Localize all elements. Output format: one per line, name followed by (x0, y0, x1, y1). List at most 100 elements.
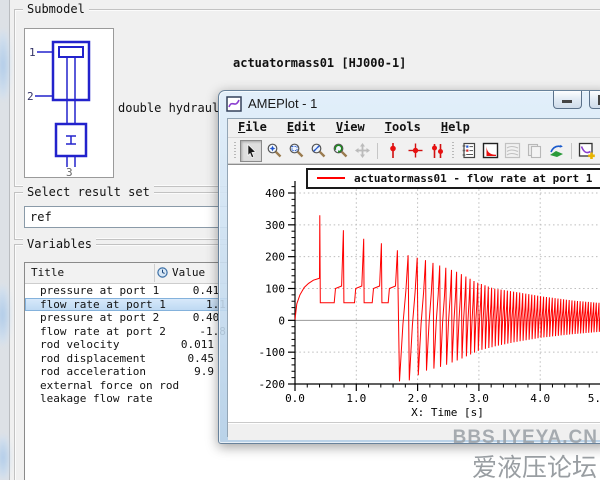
cursor-marker-button[interactable] (383, 141, 403, 161)
pan-button[interactable] (352, 141, 372, 161)
watermark-url: BBS.IYEYA.CN (453, 427, 598, 449)
menu-tools[interactable]: Tools (375, 119, 431, 137)
variable-value (154, 392, 214, 406)
copy-icon (526, 142, 543, 159)
pointer-tool-button[interactable] (240, 140, 262, 162)
ameplot-app-icon (226, 96, 242, 112)
maximize-button[interactable] (589, 91, 600, 109)
zoom-window-icon (288, 142, 305, 159)
cursor-marker-icon (385, 142, 401, 159)
y-tick-label: 300 (265, 219, 285, 232)
watermark-smudge (0, 285, 10, 345)
variable-title: rod displacement (25, 352, 154, 366)
variable-title: flow rate at port 1 (25, 298, 166, 312)
x-tick-label: 0.0 (285, 392, 305, 405)
new-plot-button[interactable] (577, 141, 597, 161)
curves-icon (504, 142, 521, 159)
variable-value: 1.1 (166, 298, 226, 312)
crosshair-marker-button[interactable] (405, 141, 425, 161)
x-tick-label: 5. (588, 392, 600, 405)
x-tick-label: 3.0 (469, 392, 489, 405)
plot-canvas[interactable]: -200-10001002003004000.01.02.03.04.05.X:… (228, 164, 600, 422)
minimize-button[interactable] (553, 91, 582, 109)
column-separator[interactable] (154, 264, 155, 282)
watermark-smudge (0, 30, 10, 100)
submodel-title: actuatormass01 [HJ000-1] (233, 56, 406, 70)
menu-view[interactable]: View (326, 119, 375, 137)
menu-file[interactable]: File (228, 119, 277, 137)
zoom-out-icon (310, 142, 327, 159)
pointer-tool-icon (243, 143, 259, 159)
legend-label: actuatormass01 - flow rate at port 1 [L/… (354, 172, 600, 185)
x-axis-title: X: Time [s] (411, 406, 484, 419)
toolbar-separator (377, 143, 378, 159)
y-tick-label: 0 (278, 314, 285, 327)
zoom-previous-button[interactable] (330, 141, 350, 161)
zoom-window-button[interactable] (286, 141, 306, 161)
copy-button[interactable] (524, 141, 544, 161)
title-bar[interactable]: AMEPlot - 1 (219, 91, 600, 118)
x-tick-label: 2.0 (408, 392, 428, 405)
variable-title: rod velocity (25, 338, 154, 352)
watermark-forum-name: 爱液压论坛 (472, 448, 597, 480)
menu-edit[interactable]: Edit (277, 119, 326, 137)
variable-value: 0.011 (154, 338, 214, 352)
variable-title: pressure at port 2 (25, 311, 159, 325)
ameplot-window: AMEPlot - 1 FileEditViewToolsHelp (218, 90, 600, 444)
plot-manager-button[interactable] (480, 141, 500, 161)
y-tick-label: 400 (265, 187, 285, 200)
column-header-value[interactable]: Value (172, 266, 205, 279)
result-set-group-label: Select result set (23, 185, 154, 199)
toolbar-grip[interactable] (233, 142, 236, 160)
variable-value: -1.8 (166, 325, 226, 339)
variable-list-button[interactable] (458, 141, 478, 161)
x-tick-label: 4.0 (530, 392, 550, 405)
chart-legend[interactable]: actuatormass01 - flow rate at port 1 [L/… (306, 168, 600, 189)
mass-symbol (66, 136, 76, 144)
variable-title: leakage flow rate (25, 392, 154, 406)
window-content: FileEditViewToolsHelp (227, 118, 600, 437)
y-tick-label: -200 (259, 378, 286, 391)
flow-rate-curve (295, 215, 600, 381)
window-edge-strip (0, 0, 10, 480)
3d-view-icon (548, 142, 565, 159)
zoom-out-button[interactable] (308, 141, 328, 161)
variable-value: 0.41 (159, 284, 219, 298)
two-cursors-button[interactable] (427, 141, 447, 161)
submodel-image: 1 2 3 (24, 28, 114, 178)
new-plot-icon (578, 142, 596, 160)
menu-help[interactable]: Help (431, 119, 480, 137)
menu-bar: FileEditViewToolsHelp (228, 119, 600, 138)
pan-icon (354, 142, 371, 159)
variable-title: external force on rod (25, 379, 179, 393)
legend-line-sample (317, 177, 345, 179)
port-3-label: 3 (66, 166, 73, 177)
port-1-label: 1 (29, 46, 36, 59)
variable-list-icon (460, 142, 477, 159)
y-tick-label: 100 (265, 283, 285, 296)
variable-value: 0.45 (154, 352, 214, 366)
curves-button[interactable] (502, 141, 522, 161)
3d-view-button[interactable] (546, 141, 566, 161)
y-tick-label: -100 (259, 346, 286, 359)
variable-value: 9.9 (154, 365, 214, 379)
two-cursors-icon (429, 142, 446, 159)
port-2-label: 2 (27, 90, 34, 103)
zoom-dynamic-icon (266, 142, 283, 159)
column-header-title[interactable]: Title (31, 266, 64, 279)
variable-title: flow rate at port 2 (25, 325, 166, 339)
zoom-previous-icon (332, 142, 349, 159)
x-tick-label: 1.0 (346, 392, 366, 405)
crosshair-marker-icon (407, 142, 424, 159)
zoom-dynamic-button[interactable] (264, 141, 284, 161)
submodel-group-label: Submodel (23, 2, 89, 16)
chart-svg: -200-10001002003004000.01.02.03.04.05.X:… (228, 165, 600, 422)
toolbar-grip[interactable] (451, 142, 454, 160)
variable-value: 0.40 (159, 311, 219, 325)
window-title: AMEPlot - 1 (248, 96, 317, 111)
variable-title: rod acceleration (25, 365, 154, 379)
submodel-description: double hydraulic cl (118, 101, 218, 115)
variable-title: pressure at port 1 (25, 284, 159, 298)
toolbar (228, 138, 600, 164)
toolbar-separator (571, 143, 572, 159)
